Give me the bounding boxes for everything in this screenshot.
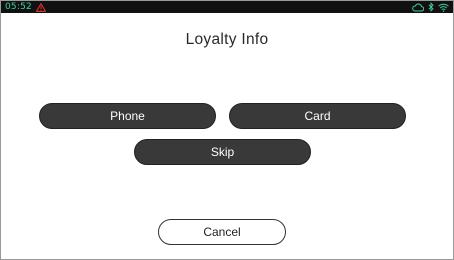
phone-button[interactable]: Phone xyxy=(39,103,216,129)
page-title: Loyalty Info xyxy=(185,31,269,48)
status-icons xyxy=(412,1,449,13)
bluetooth-icon xyxy=(428,2,434,12)
cancel-button[interactable]: Cancel xyxy=(158,219,286,245)
status-bar: 05:52 xyxy=(1,1,453,13)
loyalty-info-screen: 05:52 Loyalty Info Phone Card Skip Cance… xyxy=(0,0,454,260)
wifi-icon xyxy=(438,3,449,12)
cloud-icon xyxy=(412,3,424,12)
skip-button[interactable]: Skip xyxy=(134,139,311,165)
status-time: 05:52 xyxy=(5,2,32,12)
warning-icon xyxy=(35,2,46,12)
card-button[interactable]: Card xyxy=(229,103,406,129)
